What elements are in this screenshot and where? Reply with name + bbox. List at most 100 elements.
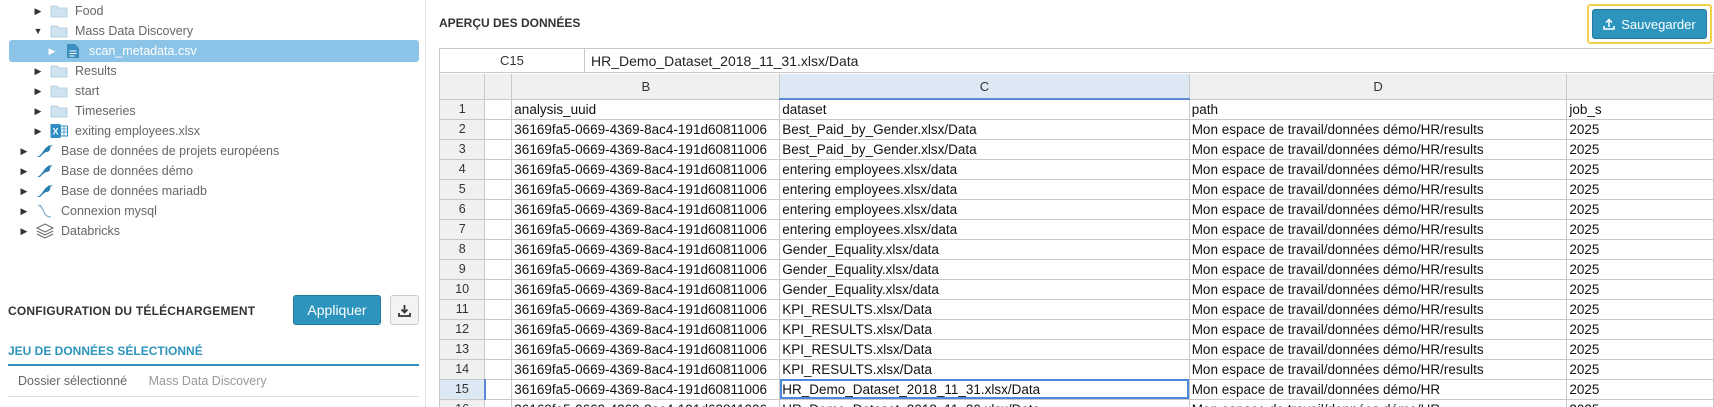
cell-e[interactable]: 2025 xyxy=(1566,119,1714,140)
cell-c[interactable]: HR_Demo_Dataset_2018_11_30.xlsx/Data xyxy=(779,399,1190,407)
cell-a[interactable] xyxy=(484,279,513,300)
cell-c[interactable]: entering employees.xlsx/data xyxy=(779,219,1190,240)
cell-e[interactable]: 2025 xyxy=(1566,159,1714,180)
caret-right-icon[interactable]: ▶ xyxy=(17,166,31,177)
tree-item[interactable]: ▶ Base de données démo xyxy=(9,160,419,182)
cell-e[interactable]: 2025 xyxy=(1566,319,1714,340)
cell-d[interactable]: Mon espace de travail/données démo/HR/re… xyxy=(1189,179,1568,200)
column-header-d[interactable]: D xyxy=(1189,74,1568,100)
caret-right-icon[interactable]: ▶ xyxy=(17,226,31,237)
cell-b[interactable]: 36169fa5-0669-4369-8ac4-191d60811006 xyxy=(511,319,781,340)
formula-input[interactable]: HR_Demo_Dataset_2018_11_31.xlsx/Data xyxy=(585,49,1714,72)
tree-item[interactable]: ▶ Food xyxy=(9,0,419,22)
cell-b[interactable]: 36169fa5-0669-4369-8ac4-191d60811006 xyxy=(511,179,781,200)
column-header-b[interactable]: B xyxy=(511,74,781,100)
cell-c[interactable]: KPI_RESULTS.xlsx/Data xyxy=(779,359,1190,380)
cell-c[interactable]: Best_Paid_by_Gender.xlsx/Data xyxy=(779,139,1190,160)
column-header-e[interactable] xyxy=(1566,74,1714,100)
tree-item[interactable]: ▶ Connexion mysql xyxy=(9,200,419,222)
cell-d[interactable]: Mon espace de travail/données démo/HR/re… xyxy=(1189,359,1568,380)
cell-c[interactable]: dataset xyxy=(779,99,1190,120)
tree-item[interactable]: ▶ Timeseries xyxy=(9,100,419,122)
cell-e[interactable]: 2025 xyxy=(1566,359,1714,380)
cell-b[interactable]: 36169fa5-0669-4369-8ac4-191d60811006 xyxy=(511,219,781,240)
cell-d[interactable]: Mon espace de travail/données démo/HR/re… xyxy=(1189,279,1568,300)
cell-c[interactable]: Best_Paid_by_Gender.xlsx/Data xyxy=(779,119,1190,140)
cell-a[interactable] xyxy=(484,199,513,220)
cell-c[interactable]: Gender_Equality.xlsx/data xyxy=(779,279,1190,300)
spreadsheet[interactable]: C15 HR_Demo_Dataset_2018_11_31.xlsx/Data… xyxy=(439,48,1714,407)
cell-a[interactable] xyxy=(484,379,513,400)
row-number[interactable]: 3 xyxy=(440,139,486,160)
cell-d[interactable]: Mon espace de travail/données démo/HR/re… xyxy=(1189,299,1568,320)
caret-right-icon[interactable]: ▶ xyxy=(17,206,31,217)
cell-e[interactable]: 2025 xyxy=(1566,259,1714,280)
cell-c[interactable]: KPI_RESULTS.xlsx/Data xyxy=(779,339,1190,360)
row-number[interactable]: 5 xyxy=(440,179,486,200)
cell-e[interactable]: 2025 xyxy=(1566,199,1714,220)
cell-c[interactable]: entering employees.xlsx/data xyxy=(779,179,1190,200)
cell-e[interactable]: 2025 xyxy=(1566,399,1714,407)
cell-e[interactable]: 2025 xyxy=(1566,339,1714,360)
cell-a[interactable] xyxy=(484,219,513,240)
cell-b[interactable]: 36169fa5-0669-4369-8ac4-191d60811006 xyxy=(511,199,781,220)
cell-b[interactable]: 36169fa5-0669-4369-8ac4-191d60811006 xyxy=(511,299,781,320)
caret-right-icon[interactable]: ▶ xyxy=(31,6,45,17)
row-number[interactable]: 1 xyxy=(440,99,486,120)
caret-right-icon[interactable]: ▶ xyxy=(31,106,45,117)
cell-d[interactable]: path xyxy=(1189,99,1568,120)
cell-e[interactable]: 2025 xyxy=(1566,179,1714,200)
caret-right-icon[interactable]: ▶ xyxy=(31,86,45,97)
cell-b[interactable]: 36169fa5-0669-4369-8ac4-191d60811006 xyxy=(511,119,781,140)
cell-d[interactable]: Mon espace de travail/données démo/HR/re… xyxy=(1189,219,1568,240)
cell-d[interactable]: Mon espace de travail/données démo/HR/re… xyxy=(1189,259,1568,280)
download-button[interactable] xyxy=(390,295,419,325)
cell-b[interactable]: 36169fa5-0669-4369-8ac4-191d60811006 xyxy=(511,139,781,160)
cell-e[interactable]: job_s xyxy=(1566,99,1714,120)
row-number[interactable]: 9 xyxy=(440,259,486,280)
row-number[interactable]: 4 xyxy=(440,159,486,180)
tree-item[interactable]: ▶ scan_metadata.csv xyxy=(9,40,419,62)
tree-item[interactable]: ▶ Base de données mariadb xyxy=(9,180,419,202)
cell-d[interactable]: Mon espace de travail/données démo/HR/re… xyxy=(1189,239,1568,260)
cell-c[interactable]: entering employees.xlsx/data xyxy=(779,199,1190,220)
caret-right-icon[interactable]: ▶ xyxy=(17,186,31,197)
cell-b[interactable]: 36169fa5-0669-4369-8ac4-191d60811006 xyxy=(511,339,781,360)
row-number[interactable]: 7 xyxy=(440,219,486,240)
cell-a[interactable] xyxy=(484,159,513,180)
row-number[interactable]: 10 xyxy=(440,279,486,300)
cell-d[interactable]: Mon espace de travail/données démo/HR/re… xyxy=(1189,119,1568,140)
cell-b[interactable]: 36169fa5-0669-4369-8ac4-191d60811006 xyxy=(511,399,781,407)
row-number[interactable]: 11 xyxy=(440,299,486,320)
cell-c[interactable]: KPI_RESULTS.xlsx/Data xyxy=(779,319,1190,340)
cell-b[interactable]: 36169fa5-0669-4369-8ac4-191d60811006 xyxy=(511,279,781,300)
tree-item[interactable]: ▶ Results xyxy=(9,60,419,82)
row-number[interactable]: 8 xyxy=(440,239,486,260)
cell-e[interactable]: 2025 xyxy=(1566,299,1714,320)
cell-d[interactable]: Mon espace de travail/données démo/HR/re… xyxy=(1189,199,1568,220)
cell-a[interactable] xyxy=(484,399,513,407)
tree-item[interactable]: ▶ Xexiting employees.xlsx xyxy=(9,120,419,142)
cell-c[interactable]: HR_Demo_Dataset_2018_11_31.xlsx/Data xyxy=(779,379,1190,400)
tree-item[interactable]: ▶ Databricks xyxy=(9,220,419,242)
cell-a[interactable] xyxy=(484,299,513,320)
cell-b[interactable]: 36169fa5-0669-4369-8ac4-191d60811006 xyxy=(511,239,781,260)
cell-a[interactable] xyxy=(484,239,513,260)
corner-cell[interactable] xyxy=(440,74,486,100)
caret-right-icon[interactable]: ▶ xyxy=(31,126,45,137)
cell-d[interactable]: Mon espace de travail/données démo/HR/re… xyxy=(1189,339,1568,360)
cell-a[interactable] xyxy=(484,259,513,280)
tree-item[interactable]: ▼ Mass Data Discovery xyxy=(9,20,419,42)
cell-b[interactable]: analysis_uuid xyxy=(511,99,781,120)
caret-down-icon[interactable]: ▼ xyxy=(31,26,45,36)
caret-right-icon[interactable]: ▶ xyxy=(45,46,59,57)
row-number[interactable]: 14 xyxy=(440,359,486,380)
caret-right-icon[interactable]: ▶ xyxy=(31,66,45,77)
tree-item[interactable]: ▶ Base de données de projets européens xyxy=(9,140,419,162)
row-number[interactable]: 15 xyxy=(440,379,486,400)
row-number[interactable]: 13 xyxy=(440,339,486,360)
cell-a[interactable] xyxy=(484,139,513,160)
cell-d[interactable]: Mon espace de travail/données démo/HR xyxy=(1189,399,1568,407)
cell-a[interactable] xyxy=(484,119,513,140)
column-header[interactable] xyxy=(484,74,513,100)
